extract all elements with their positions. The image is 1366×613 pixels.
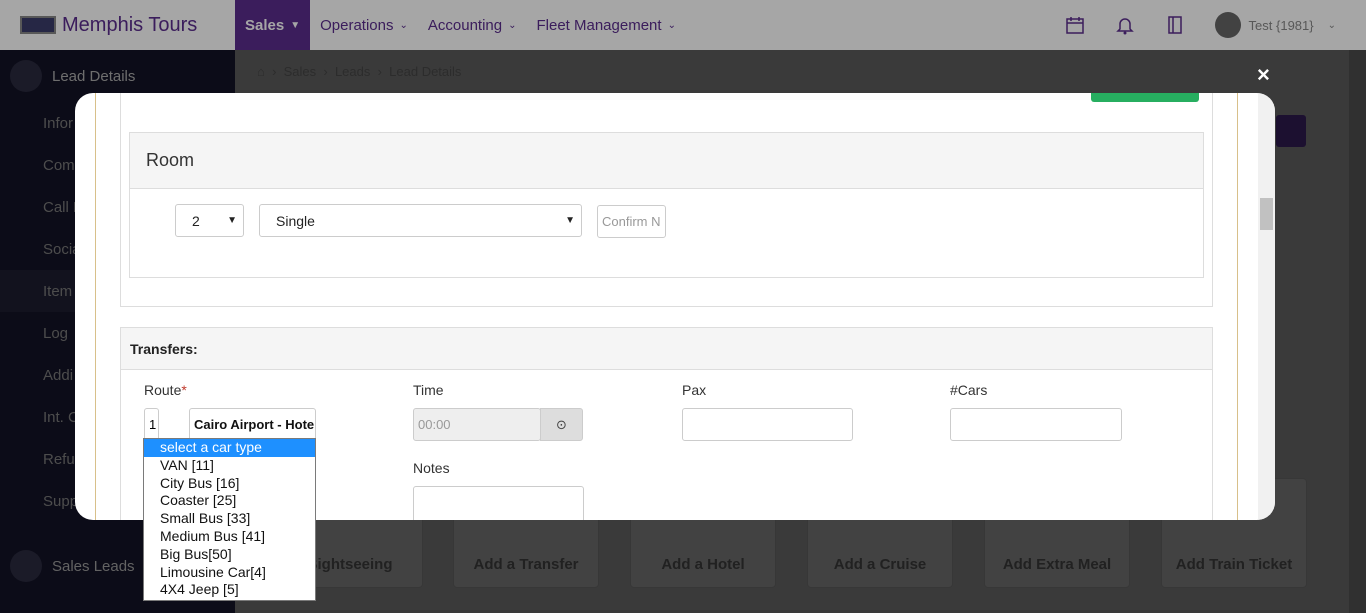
car-type-option[interactable]: Small Bus [33] — [144, 510, 315, 528]
modal-scrollbar[interactable] — [1258, 93, 1275, 520]
car-type-option[interactable]: select a car type — [144, 439, 315, 457]
car-type-dropdown[interactable]: select a car type VAN [11] City Bus [16]… — [143, 438, 316, 601]
required-marker: * — [181, 382, 187, 398]
car-type-option[interactable]: Big Bus[50] — [144, 546, 315, 564]
caret-down-icon: ▼ — [565, 215, 575, 226]
car-type-option[interactable]: City Bus [16] — [144, 475, 315, 493]
room-count-select[interactable]: 2 ▼ — [175, 204, 244, 237]
pax-label: Pax — [682, 382, 707, 398]
room-count-value: 2 — [192, 212, 200, 229]
close-icon[interactable]: × — [1257, 62, 1270, 88]
notes-label: Notes — [413, 460, 450, 476]
pax-input[interactable] — [682, 408, 853, 441]
room-type-select[interactable]: Single ▼ — [259, 204, 582, 237]
car-type-option[interactable]: Medium Bus [41] — [144, 528, 315, 546]
notes-textarea[interactable] — [413, 486, 584, 520]
modal-scrollbar-thumb[interactable] — [1260, 198, 1273, 230]
route-label-text: Route — [144, 382, 182, 398]
route-number-input[interactable]: 1 — [144, 408, 159, 441]
cars-label: #Cars — [950, 382, 988, 398]
confirm-number-input[interactable]: Confirm N — [597, 205, 666, 238]
caret-down-icon: ▼ — [227, 215, 237, 226]
room-type-value: Single — [276, 212, 315, 229]
room-title: Room — [130, 133, 1203, 189]
clock-icon[interactable]: ⊙ — [540, 408, 583, 441]
car-type-option[interactable]: Limousine Car[4] — [144, 564, 315, 582]
route-select[interactable]: Cairo Airport - Hotel — [189, 408, 316, 441]
transfers-title: Transfers: — [121, 328, 1212, 370]
route-label: Route* — [144, 382, 187, 398]
cars-input[interactable] — [950, 408, 1122, 441]
car-type-option[interactable]: 4X4 Jeep [5] — [144, 581, 315, 599]
car-type-option[interactable]: Coaster [25] — [144, 492, 315, 510]
time-input[interactable]: 00:00 — [413, 408, 541, 441]
time-label: Time — [413, 382, 444, 398]
car-type-option[interactable]: VAN [11] — [144, 457, 315, 475]
